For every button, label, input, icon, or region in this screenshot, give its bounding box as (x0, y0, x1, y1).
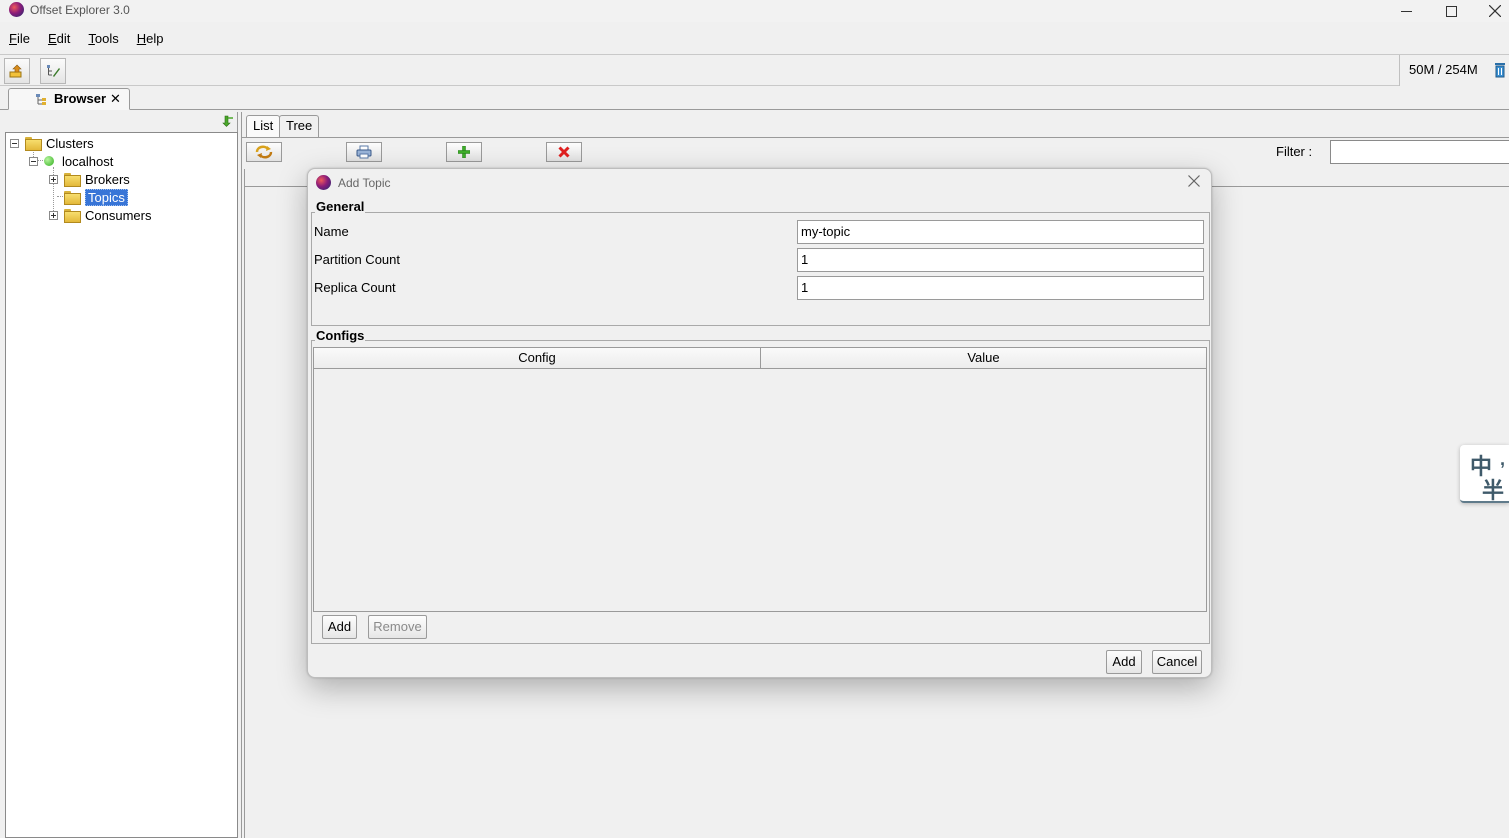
tree-node-label-selected: Topics (85, 188, 128, 206)
tree-node-consumers[interactable]: Consumers (49, 206, 151, 224)
connect-icon (9, 64, 22, 78)
refresh-button[interactable] (246, 142, 282, 162)
menu-file[interactable]: File (0, 28, 39, 52)
refresh-icon (255, 145, 273, 159)
print-icon (356, 145, 372, 159)
minimize-button[interactable] (1383, 0, 1429, 22)
general-legend: General (315, 199, 366, 214)
window-title: Offset Explorer 3.0 (30, 3, 130, 17)
tree-node-topics[interactable]: Topics (64, 188, 128, 206)
menu-bar: File Edit Tools Help (0, 28, 1509, 52)
tree-node-label: Clusters (46, 135, 94, 151)
app-logo-icon (9, 2, 24, 17)
connect-button[interactable] (4, 58, 30, 84)
menu-tools-label: ools (94, 31, 119, 46)
add-button[interactable]: Add (1106, 650, 1142, 674)
window-title-bar: Offset Explorer 3.0 (0, 0, 1509, 22)
menu-edit-label: dit (56, 31, 71, 46)
connected-status-icon (44, 156, 54, 166)
dialog-title: Add Topic (338, 176, 391, 190)
collapse-icon[interactable] (29, 156, 38, 166)
replica-count-input[interactable]: 1 (797, 276, 1204, 300)
add-config-button[interactable]: Add (322, 615, 357, 639)
filter-input[interactable] (1330, 140, 1509, 164)
name-input[interactable]: my-topic (797, 220, 1204, 244)
tree-node-brokers[interactable]: Brokers (49, 170, 130, 188)
tab-list[interactable]: List (246, 115, 281, 137)
tree-node-localhost[interactable]: localhost (29, 152, 113, 170)
edit-connection-button[interactable] (40, 58, 66, 84)
tree-node-label: localhost (62, 153, 114, 169)
minimize-icon (1400, 10, 1412, 12)
configs-table[interactable]: Config Value (313, 347, 1207, 612)
menu-file-label: ile (16, 31, 30, 46)
configs-legend: Configs (315, 328, 366, 343)
expand-icon[interactable] (49, 174, 58, 184)
partition-count-input[interactable]: 1 (797, 248, 1204, 272)
garbage-collect-button[interactable] (1494, 62, 1506, 81)
document-tab-strip: Browser ✕ (0, 86, 1509, 110)
edit-tree-icon (47, 65, 60, 77)
add-topic-dialog: Add Topic General Name my-topic Partitio… (307, 168, 1212, 678)
cluster-browser-panel: Clusters localhost Brokers Topics Consum… (3, 112, 238, 838)
tree-node-label: Brokers (85, 171, 130, 187)
add-topic-button[interactable] (446, 142, 482, 162)
print-button[interactable] (346, 142, 382, 162)
browser-tree-icon (35, 93, 51, 110)
folder-icon (64, 173, 81, 187)
tree-node-clusters[interactable]: Clusters (10, 134, 94, 152)
delete-x-icon (558, 146, 570, 158)
remove-config-button[interactable]: Remove (368, 615, 427, 639)
collapse-arrow-icon[interactable] (222, 115, 234, 130)
column-header-value[interactable]: Value (761, 348, 1207, 369)
close-icon (1489, 5, 1501, 17)
delete-topic-button[interactable] (546, 142, 582, 162)
name-label: Name (314, 224, 349, 239)
ime-indicator[interactable]: 中 , 半 (1460, 445, 1509, 504)
cluster-tree: Clusters localhost Brokers Topics Consum… (5, 132, 238, 838)
dialog-close-button[interactable] (1188, 175, 1200, 190)
tab-browser-label: Browser (54, 91, 107, 106)
open-folder-icon (25, 137, 42, 151)
main-toolbar: 50M / 254M (0, 54, 1509, 86)
plus-icon (458, 146, 470, 158)
maximize-button[interactable] (1428, 0, 1474, 22)
expand-icon[interactable] (49, 210, 58, 220)
tab-divider (242, 137, 1509, 138)
partition-count-label: Partition Count (314, 252, 400, 267)
folder-icon (64, 209, 81, 223)
tab-tree[interactable]: Tree (279, 115, 320, 137)
maximize-icon (1445, 5, 1457, 17)
memory-usage-text: 50M / 254M (1409, 62, 1478, 77)
replica-count-label: Replica Count (314, 280, 396, 295)
collapse-icon[interactable] (10, 138, 19, 148)
memory-indicator: 50M / 254M (1399, 55, 1509, 86)
menu-tools[interactable]: Tools (79, 28, 127, 52)
menu-file-mnemonic: F (9, 31, 17, 46)
close-icon (1188, 175, 1200, 187)
menu-edit-mnemonic: E (47, 31, 57, 46)
tree-node-label: Consumers (85, 207, 152, 223)
trash-icon (1495, 63, 1505, 78)
cancel-button[interactable]: Cancel (1152, 650, 1202, 674)
close-window-button[interactable] (1472, 0, 1509, 22)
filter-label: Filter : (1276, 144, 1313, 159)
tab-browser-close-icon[interactable]: ✕ (110, 91, 121, 107)
open-folder-icon (64, 191, 81, 205)
app-logo-icon (316, 175, 331, 190)
ime-width-text: 半 (1482, 479, 1505, 504)
ime-punctuation-text: , (1500, 449, 1506, 469)
menu-help-label: elp (146, 31, 164, 46)
column-header-config[interactable]: Config (314, 348, 761, 369)
menu-help-mnemonic: H (136, 31, 147, 46)
menu-help[interactable]: Help (128, 28, 173, 52)
menu-edit[interactable]: Edit (39, 28, 79, 52)
